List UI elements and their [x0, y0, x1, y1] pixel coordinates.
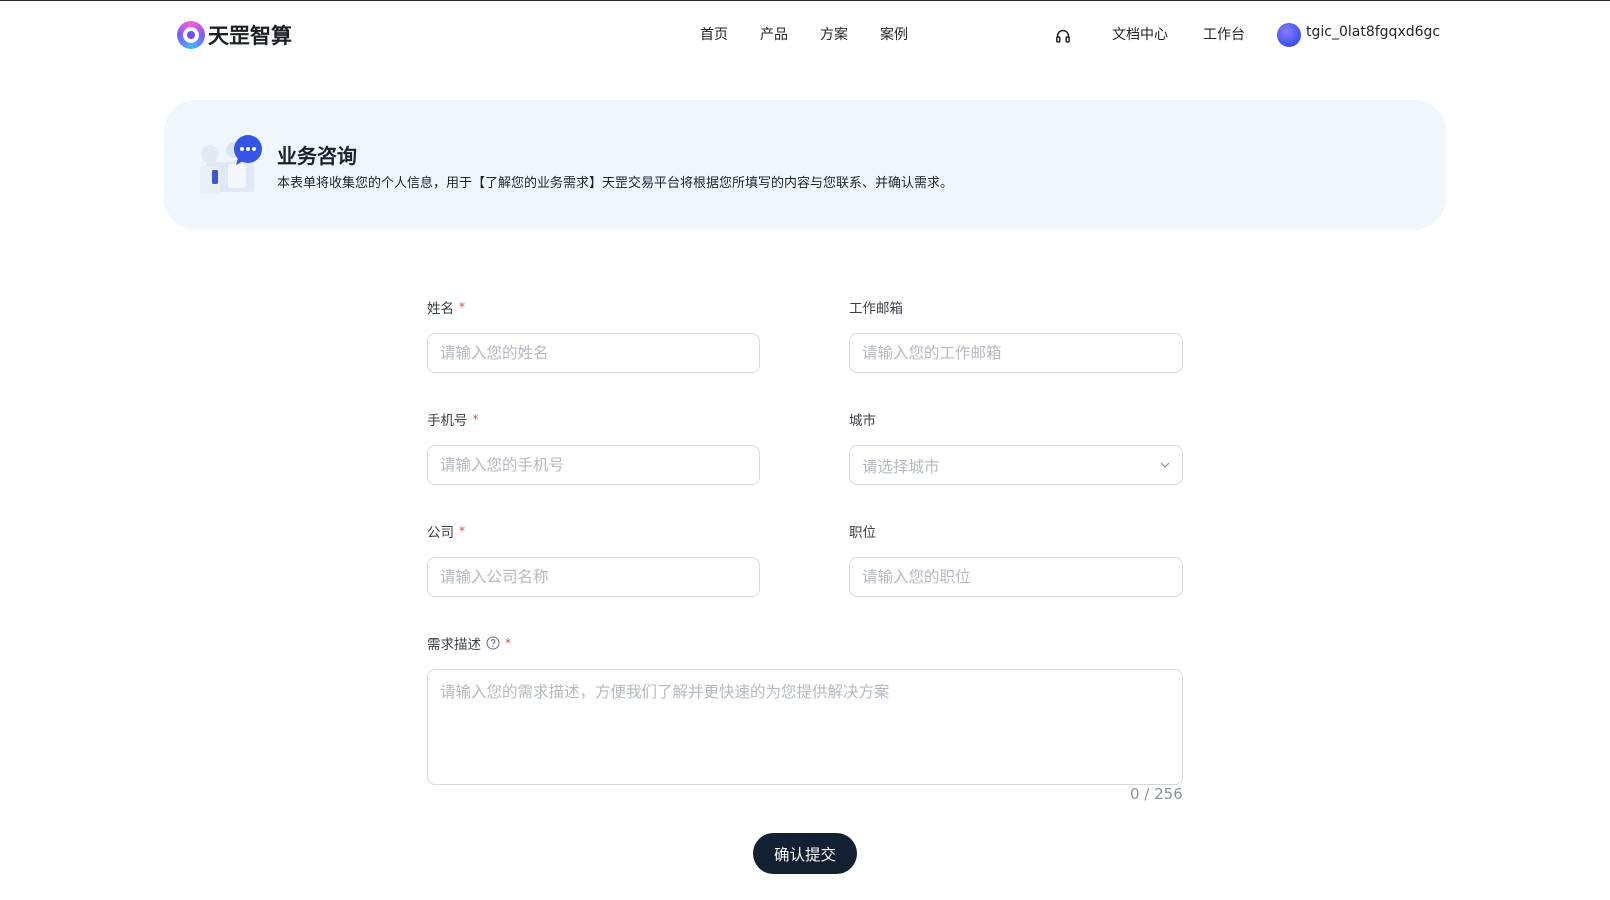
name-label: 姓名 * [427, 300, 465, 317]
headset-icon[interactable] [1055, 28, 1071, 44]
docs-center-link[interactable]: 文档中心 [1112, 24, 1168, 44]
required-mark: * [459, 300, 465, 314]
banner-description: 本表单将收集您的个人信息，用于【了解您的业务需求】天罡交易平台将根据您所填写的内… [277, 176, 954, 191]
required-mark: * [459, 524, 465, 538]
position-field-box [849, 557, 1183, 597]
company-field-box [427, 557, 760, 597]
chevron-down-icon [1160, 462, 1170, 468]
banner-title: 业务咨询 [277, 144, 357, 168]
description-char-counter: 0 / 256 [1130, 785, 1183, 803]
consultation-banner: 业务咨询 本表单将收集您的个人信息，用于【了解您的业务需求】天罡交易平台将根据您… [164, 100, 1446, 230]
name-field-box [427, 333, 760, 373]
description-field-box [427, 669, 1183, 785]
phone-field-box [427, 445, 760, 485]
description-label: 需求描述 * [427, 636, 511, 653]
logo-icon [177, 21, 205, 49]
phone-label: 手机号 * [427, 412, 479, 429]
top-navbar: 天罡智算 首页 产品 方案 案例 文档中心 工作台 tgic_0lat8fgqx… [0, 1, 1610, 67]
required-mark: * [505, 636, 511, 650]
username[interactable]: tgic_0lat8fgqxd6gc [1306, 24, 1440, 40]
city-select-placeholder: 请选择城市 [862, 458, 940, 476]
email-input[interactable] [850, 334, 1182, 372]
company-input[interactable] [428, 558, 759, 596]
required-mark: * [472, 412, 479, 426]
brand-logo[interactable]: 天罡智算 [177, 19, 292, 51]
question-circle-icon[interactable] [486, 636, 500, 650]
workbench-link[interactable]: 工作台 [1203, 24, 1245, 44]
logo-text: 天罡智算 [208, 24, 292, 48]
description-textarea[interactable] [428, 670, 1182, 784]
submit-button[interactable]: 确认提交 [753, 833, 857, 874]
name-input[interactable] [428, 334, 759, 372]
email-label: 工作邮箱 [849, 301, 903, 317]
position-label: 职位 [849, 525, 876, 541]
avatar[interactable] [1277, 23, 1301, 47]
nav-cases[interactable]: 案例 [880, 24, 908, 44]
company-label: 公司 * [427, 524, 465, 541]
position-input[interactable] [850, 558, 1182, 596]
email-field-box [849, 333, 1183, 373]
nav-solutions[interactable]: 方案 [820, 24, 848, 44]
consultation-illustration-icon [200, 135, 262, 194]
phone-input[interactable] [428, 446, 759, 484]
city-label: 城市 [849, 413, 876, 429]
city-select[interactable]: 请选择城市 [849, 445, 1183, 485]
nav-products[interactable]: 产品 [760, 24, 788, 44]
nav-home[interactable]: 首页 [700, 24, 728, 44]
